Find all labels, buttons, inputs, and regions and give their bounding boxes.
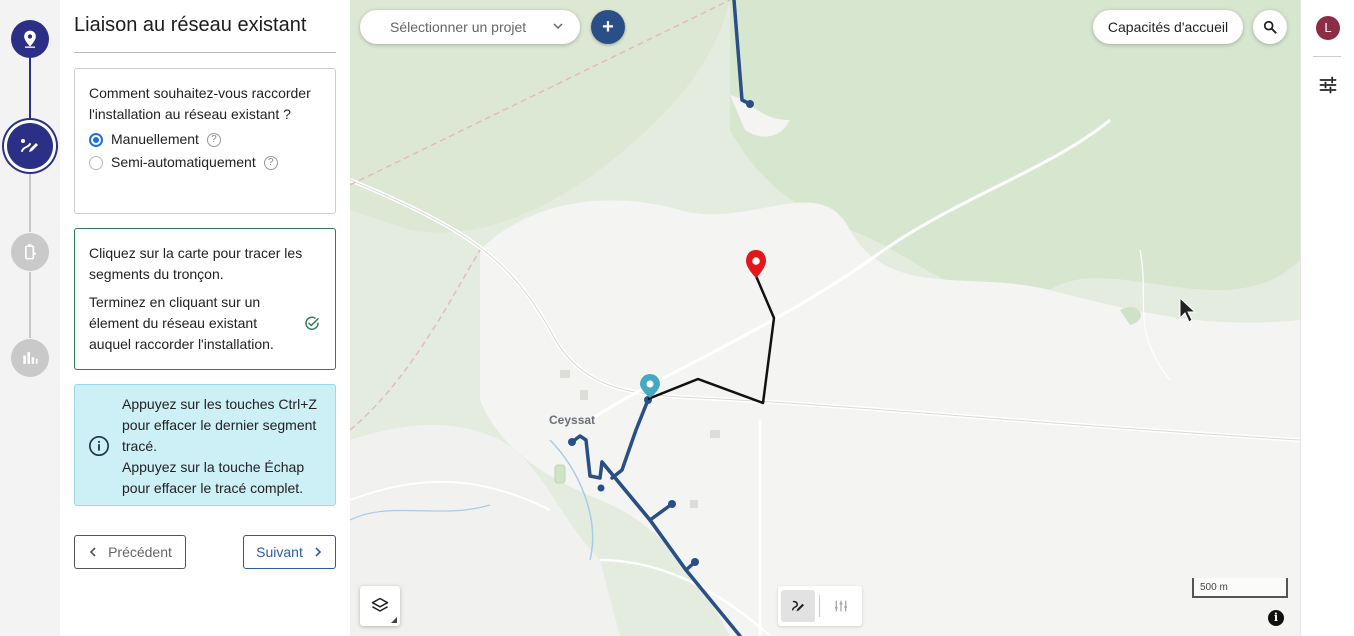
rail-divider (1313, 56, 1341, 57)
connection-mode-card: Comment souhaitez-vous raccorder l'insta… (74, 68, 336, 214)
tip-undo: Appuyez sur les touches Ctrl+Z pour effa… (122, 396, 317, 454)
next-label: Suivant (256, 544, 303, 560)
stepper-line (29, 272, 31, 338)
option-semi-auto[interactable]: Semi-automatiquement ? (89, 151, 321, 174)
option-semi-auto-label: Semi-automatiquement (111, 154, 256, 170)
right-rail: L (1300, 0, 1354, 636)
route-draw-icon (792, 600, 804, 612)
location-pin-icon (24, 30, 36, 48)
bar-chart-icon (23, 352, 38, 364)
chevron-right-icon (315, 547, 321, 557)
layers-icon (371, 597, 389, 612)
stepper-line (29, 58, 31, 122)
search-icon (1263, 20, 1277, 34)
option-manual[interactable]: Manuellement ? (89, 128, 321, 151)
step-results[interactable] (11, 339, 49, 377)
project-select[interactable]: Sélectionner un projet (360, 10, 580, 44)
sliders-icon (835, 600, 847, 612)
step-equipment[interactable] (11, 233, 49, 271)
capacity-button[interactable]: Capacités d'accueil (1093, 10, 1243, 44)
keyboard-tips-card: Appuyez sur les touches Ctrl+Z pour effa… (74, 384, 336, 506)
map-tools (778, 586, 862, 626)
map-canvas[interactable]: Sélectionner un projet + Capacités d'acc… (350, 0, 1300, 636)
page-title: Liaison au réseau existant (74, 14, 307, 36)
chevron-down-icon (553, 23, 563, 30)
project-select-placeholder: Sélectionner un projet (390, 19, 527, 35)
option-manual-label: Manuellement (111, 131, 199, 147)
draw-route-tool[interactable] (781, 590, 815, 622)
instructions-card: Cliquez sur la carte pour tracer les seg… (74, 228, 336, 370)
tool-divider (819, 595, 820, 617)
settings-sliders-icon[interactable] (1318, 75, 1338, 95)
search-button[interactable] (1253, 10, 1287, 44)
step-connection[interactable] (7, 123, 53, 169)
map-background (350, 0, 1300, 636)
connection-panel: Liaison au réseau existant Comment souha… (60, 0, 350, 636)
corner-arrow-icon (391, 617, 397, 623)
instruction-draw: Cliquez sur la carte pour tracer les seg… (89, 245, 303, 282)
stepper-line (29, 170, 31, 232)
layers-button[interactable] (360, 586, 400, 626)
avatar[interactable]: L (1316, 16, 1340, 40)
step-location[interactable] (11, 20, 49, 58)
check-circle-icon (305, 316, 319, 331)
stepper-rail (0, 0, 60, 636)
add-project-button[interactable]: + (591, 10, 625, 44)
connection-question: Comment souhaitez-vous raccorder l'insta… (89, 85, 311, 122)
attribution-info-button[interactable]: i (1268, 610, 1284, 626)
info-icon (89, 436, 109, 456)
help-icon[interactable]: ? (263, 155, 278, 170)
help-icon[interactable]: ? (206, 132, 221, 147)
town-label: Ceyssat (549, 413, 596, 427)
previous-button[interactable]: Précédent (74, 535, 186, 569)
tip-clear: Appuyez sur la touche Échap pour effacer… (122, 459, 305, 496)
title-divider (74, 52, 336, 53)
chevron-left-icon (89, 547, 96, 557)
network-settings-tool[interactable] (824, 590, 858, 622)
previous-label: Précédent (108, 544, 172, 560)
map-scale: 500 m (1192, 578, 1288, 598)
instruction-finish: Terminez en cliquant sur un élement du r… (89, 294, 274, 352)
battery-plug-icon (25, 244, 36, 260)
pencil-route-icon (21, 139, 38, 152)
radio-semi-auto[interactable] (89, 155, 103, 170)
radio-manual[interactable] (89, 132, 103, 147)
next-button[interactable]: Suivant (243, 535, 336, 569)
